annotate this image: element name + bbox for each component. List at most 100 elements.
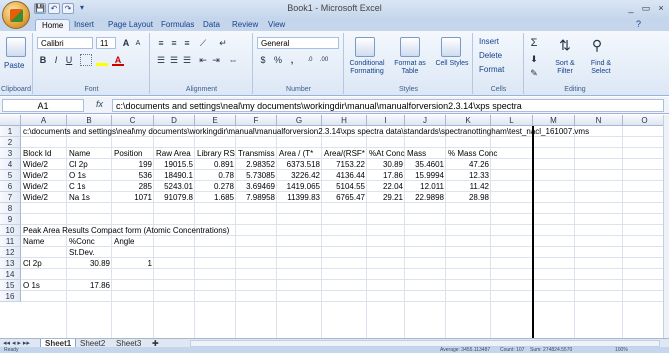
- table-cell[interactable]: 17.86: [367, 170, 405, 181]
- table-cell[interactable]: 3226.42: [277, 170, 322, 181]
- table-cell[interactable]: 12.33: [446, 170, 491, 181]
- cell[interactable]: 17.86: [67, 280, 112, 291]
- table-cell[interactable]: 18490.1: [154, 170, 195, 181]
- cell[interactable]: [21, 247, 25, 258]
- row-header-13[interactable]: 13: [0, 258, 21, 269]
- column-header-l[interactable]: L: [491, 115, 533, 126]
- column-header-g[interactable]: G: [277, 115, 322, 126]
- column-header-c[interactable]: C: [112, 115, 154, 126]
- table-cell[interactable]: 19015.5: [154, 159, 195, 170]
- table-cell[interactable]: 2.98352: [236, 159, 277, 170]
- insert-function-icon[interactable]: fx: [96, 99, 103, 109]
- conditional-formatting-icon[interactable]: [355, 37, 375, 57]
- table-cell[interactable]: 35.4601: [405, 159, 446, 170]
- row-header-6[interactable]: 6: [0, 181, 21, 192]
- office-button[interactable]: [2, 1, 30, 29]
- table-cell[interactable]: Na 1s: [67, 192, 92, 203]
- italic-button[interactable]: I: [50, 54, 62, 66]
- worksheet-grid[interactable]: ABCDEFGHIJKLMNOP 12345678910111213141516…: [0, 115, 663, 338]
- font-family-select[interactable]: Calibri: [37, 37, 93, 49]
- number-format-select[interactable]: General: [257, 37, 339, 49]
- table-cell[interactable]: 11.42: [446, 181, 491, 192]
- table-cell[interactable]: 536: [112, 170, 154, 181]
- grow-font-icon[interactable]: A: [120, 37, 132, 49]
- cell-a1[interactable]: c:\documents and settings\neal\my docume…: [21, 126, 591, 137]
- delete-cells-button[interactable]: Delete: [479, 51, 502, 60]
- header-cell[interactable]: %Conc: [67, 236, 97, 247]
- cell[interactable]: O 1s: [21, 280, 42, 291]
- table-cell[interactable]: 0.278: [195, 181, 236, 192]
- bold-button[interactable]: B: [37, 54, 49, 66]
- table-cell[interactable]: 285: [112, 181, 154, 192]
- table-cell[interactable]: C 1s: [67, 181, 87, 192]
- fill-color-icon[interactable]: [96, 54, 108, 66]
- row-header-9[interactable]: 9: [0, 214, 21, 225]
- table-cell[interactable]: 5.73085: [236, 170, 277, 181]
- row-header-7[interactable]: 7: [0, 192, 21, 203]
- column-header-e[interactable]: E: [195, 115, 236, 126]
- currency-button[interactable]: $: [257, 54, 269, 66]
- formula-input[interactable]: c:\documents and settings\neal\my docume…: [112, 99, 664, 112]
- horizontal-scrollbar[interactable]: [190, 340, 660, 347]
- orientation-icon[interactable]: ⟋: [197, 37, 209, 49]
- merge-center-icon[interactable]: ⇔: [227, 54, 239, 66]
- cell[interactable]: 30.89: [67, 258, 112, 269]
- sort-filter-icon[interactable]: ⇅: [559, 38, 571, 52]
- table-cell[interactable]: O 1s: [67, 170, 88, 181]
- column-header-f[interactable]: F: [236, 115, 277, 126]
- cell[interactable]: St.Dev.: [67, 247, 97, 258]
- column-header-d[interactable]: D: [154, 115, 195, 126]
- column-header-o[interactable]: O: [623, 115, 663, 126]
- minimize-button[interactable]: _: [624, 2, 638, 14]
- clear-icon[interactable]: ✎: [528, 67, 540, 79]
- cell-styles-icon[interactable]: [441, 37, 461, 57]
- tab-home[interactable]: Home: [35, 19, 71, 31]
- align-center-icon[interactable]: ☰: [168, 54, 180, 66]
- table-cell[interactable]: 29.21: [367, 192, 405, 203]
- autosum-button[interactable]: Σ: [528, 37, 540, 49]
- table-cell[interactable]: Wide/2: [21, 181, 50, 192]
- table-cell[interactable]: Library RS: [195, 148, 237, 159]
- shrink-font-icon[interactable]: A: [132, 38, 144, 50]
- row-header-5[interactable]: 5: [0, 170, 21, 181]
- tab-review[interactable]: Review: [226, 19, 264, 31]
- cell-styles-button[interactable]: Cell Styles: [434, 60, 470, 68]
- help-icon[interactable]: ?: [636, 19, 641, 29]
- table-cell[interactable]: Wide/2: [21, 170, 50, 181]
- column-header-i[interactable]: I: [367, 115, 405, 126]
- table-cell[interactable]: 5104.55: [322, 181, 367, 192]
- sort-filter-button[interactable]: Sort & Filter: [547, 60, 583, 76]
- cell[interactable]: Cl 2p: [21, 258, 44, 269]
- table-cell[interactable]: Area / (T*: [277, 148, 315, 159]
- table-cell[interactable]: 3.69469: [236, 181, 277, 192]
- align-right-icon[interactable]: ☰: [181, 54, 193, 66]
- row-header-3[interactable]: 3: [0, 148, 21, 159]
- find-select-button[interactable]: Find & Select: [583, 60, 619, 76]
- table-cell[interactable]: 30.89: [367, 159, 405, 170]
- select-all-corner[interactable]: [0, 115, 21, 126]
- table-cell[interactable]: Name: [67, 148, 92, 159]
- table-cell[interactable]: Block Id: [21, 148, 53, 159]
- cell[interactable]: 1: [112, 258, 154, 269]
- maximize-button[interactable]: ▭: [639, 2, 653, 14]
- column-header-n[interactable]: N: [575, 115, 623, 126]
- tab-formulas[interactable]: Formulas: [155, 19, 200, 31]
- column-header-k[interactable]: K: [446, 115, 491, 126]
- table-cell[interactable]: 1.685: [195, 192, 236, 203]
- align-middle-icon[interactable]: ≡: [168, 37, 180, 49]
- borders-icon[interactable]: [80, 54, 92, 66]
- table-cell[interactable]: 7153.22: [322, 159, 367, 170]
- tab-data[interactable]: Data: [197, 19, 226, 31]
- table-cell[interactable]: 28.98: [446, 192, 491, 203]
- row-header-15[interactable]: 15: [0, 280, 21, 291]
- table-cell[interactable]: 91079.8: [154, 192, 195, 203]
- table-cell[interactable]: 6765.47: [322, 192, 367, 203]
- fill-icon[interactable]: ⬇: [528, 53, 540, 65]
- header-cell[interactable]: Angle: [112, 236, 136, 247]
- table-cell[interactable]: 7.98958: [236, 192, 277, 203]
- name-box[interactable]: A1: [2, 99, 84, 112]
- format-as-table-icon[interactable]: [400, 37, 420, 57]
- table-cell[interactable]: Area/(RSF*: [322, 148, 367, 159]
- row-header-16[interactable]: 16: [0, 291, 21, 302]
- table-cell[interactable]: Mass: [405, 148, 428, 159]
